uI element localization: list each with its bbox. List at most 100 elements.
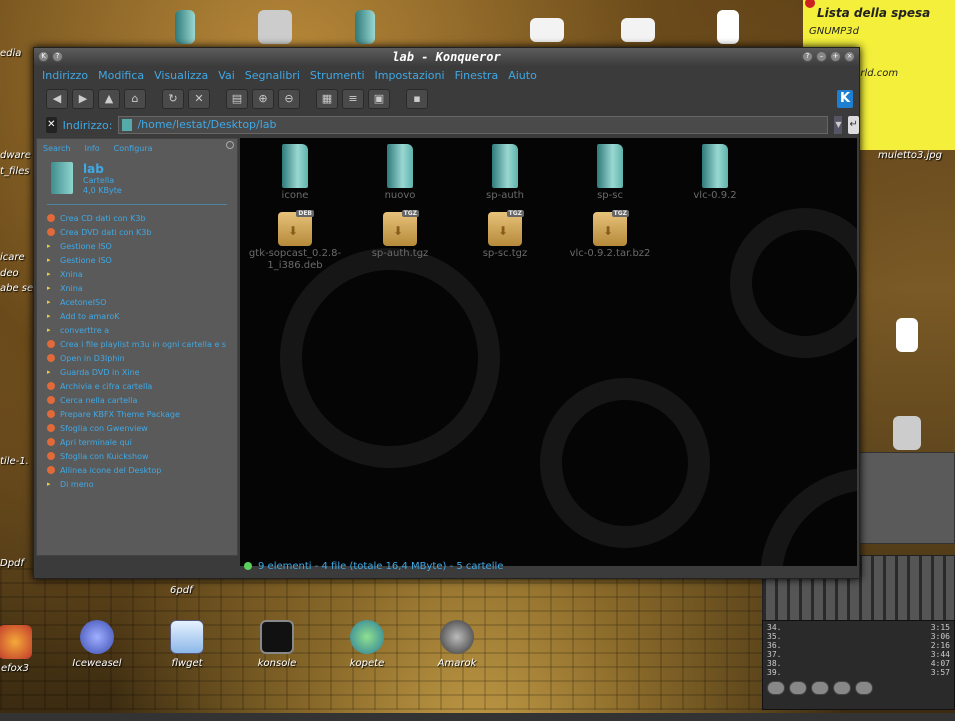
desktop-label[interactable]: deo [0, 268, 19, 279]
desktop-label[interactable]: dware [0, 150, 31, 161]
forward-icon[interactable]: ▶ [72, 89, 94, 109]
location-input[interactable]: /home/lestat/Desktop/lab [118, 116, 829, 134]
playlist-row[interactable]: 38. 4:07 [767, 659, 950, 668]
desktop-icon-amarok[interactable]: Amarok [422, 620, 492, 669]
paste-icon[interactable]: ▤ [226, 89, 248, 109]
menu-vai[interactable]: Vai [218, 69, 234, 82]
chevron-down-icon[interactable]: ▼ [834, 116, 843, 134]
playlist-widget[interactable]: 34. 3:15 35. 3:06 36. 2:16 37. 3:44 38. 4:07 … [762, 620, 955, 710]
menu-aiuto[interactable]: Aiuto [508, 69, 537, 82]
desktop-label[interactable]: muletto3.jpg [878, 150, 942, 161]
desktop-icon-document[interactable] [603, 18, 673, 46]
tab-configura[interactable]: Configura [114, 144, 153, 153]
sidebar-action[interactable]: ▸ converttre a [47, 323, 227, 337]
desktop-label[interactable]: Dpdf [0, 558, 24, 569]
sidebar-action[interactable]: Prepare KBFX Theme Package [47, 407, 227, 421]
desktop-label[interactable]: abe ser [0, 283, 37, 294]
sidebar-action[interactable]: Apri terminale qui [47, 435, 227, 449]
sidebar-action[interactable]: Open in D3lphin [47, 351, 227, 365]
desktop-icon-photo[interactable] [240, 10, 310, 48]
sidebar-action[interactable]: Sfoglia con Gwenview [47, 421, 227, 435]
play-button[interactable] [789, 681, 807, 695]
sidebar-action[interactable]: Crea i file playlist m3u in ogni cartell… [47, 337, 227, 351]
file-item[interactable]: TGZ ⬇ sp-auth.tgz [350, 210, 450, 260]
playlist-row[interactable]: 39. 3:57 [767, 668, 950, 677]
folder-item[interactable]: sp-auth [455, 144, 555, 202]
maximize-icon[interactable]: + [830, 51, 841, 62]
detail-view-icon[interactable]: ▣ [368, 89, 390, 109]
menu-strumenti[interactable]: Strumenti [310, 69, 365, 82]
desktop-icon-konsole[interactable]: konsole [242, 620, 312, 669]
pause-button[interactable] [811, 681, 829, 695]
desktop-icon-document[interactable] [512, 18, 582, 46]
desktop-icon-document[interactable] [872, 318, 942, 356]
reload-icon[interactable]: ↻ [162, 89, 184, 109]
terminal-icon[interactable]: ▪ [406, 89, 428, 109]
sidebar-action[interactable]: ▸ AcetoneISO [47, 295, 227, 309]
konqueror-window[interactable]: K ? lab - Konqueror ? – + × Indirizzo Mo… [33, 47, 860, 579]
desktop-label[interactable]: t_files [0, 166, 30, 177]
file-item[interactable]: TGZ ⬇ vlc-0.9.2.tar.bz2 [560, 210, 660, 260]
folder-item[interactable]: icone [245, 144, 345, 202]
desktop-icon-kopete[interactable]: kopete [332, 620, 402, 669]
help-icon[interactable]: ? [52, 51, 63, 62]
desktop-icon-document[interactable] [693, 10, 763, 48]
file-view[interactable]: icone nuovo sp-auth sp-sc vlc-0.9.2 DEB ⬇ gtk-s… [240, 138, 857, 566]
desktop-label[interactable]: edia [0, 48, 21, 59]
tab-search[interactable]: Search [43, 144, 70, 153]
icon-view-icon[interactable]: ▦ [316, 89, 338, 109]
sidebar-action[interactable]: ▸ Xnina [47, 281, 227, 295]
desktop-icon-unknown[interactable] [872, 416, 942, 454]
stop-button[interactable] [833, 681, 851, 695]
close-icon[interactable]: × [844, 51, 855, 62]
folder-item[interactable]: sp-sc [560, 144, 660, 202]
title-bar[interactable]: K ? lab - Konqueror ? – + × [34, 48, 859, 66]
file-item[interactable]: TGZ ⬇ sp-sc.tgz [455, 210, 555, 260]
tab-info[interactable]: Info [84, 144, 99, 153]
sidebar-action[interactable]: ▸ Add to amaroK [47, 309, 227, 323]
desktop-icon-flwget[interactable]: flwget [152, 620, 222, 669]
zoom-in-icon[interactable]: ⊕ [252, 89, 274, 109]
folder-item[interactable]: nuovo [350, 144, 450, 202]
stop-icon[interactable]: ✕ [188, 89, 210, 109]
home-icon[interactable]: ⌂ [124, 89, 146, 109]
up-icon[interactable]: ▲ [98, 89, 120, 109]
sidebar-action[interactable]: ▸ Xnina [47, 267, 227, 281]
menu-indirizzo[interactable]: Indirizzo [42, 69, 88, 82]
desktop-icon-firefox[interactable]: efox3 [0, 625, 50, 674]
sidebar-action[interactable]: Archivia e cifra cartella [47, 379, 227, 393]
menu-impostazioni[interactable]: Impostazioni [375, 69, 445, 82]
clear-location-icon[interactable]: ✕ [46, 117, 57, 133]
sidebar-action[interactable]: ▸ Di meno [47, 477, 227, 491]
sidebar-action[interactable]: Allinea icone del Desktop [47, 463, 227, 477]
folder-item[interactable]: vlc-0.9.2 [665, 144, 765, 202]
sidebar-action[interactable]: Sfoglia con Kuickshow [47, 449, 227, 463]
menu-visualizza[interactable]: Visualizza [154, 69, 208, 82]
close-icon[interactable] [226, 141, 234, 149]
minimize-icon[interactable]: – [816, 51, 827, 62]
back-icon[interactable]: ◀ [46, 89, 68, 109]
sidebar-action[interactable]: ▸ Guarda DVD in Xine [47, 365, 227, 379]
sidebar-action[interactable]: Crea DVD dati con K3b [47, 225, 227, 239]
go-icon[interactable]: ↵ [848, 116, 859, 134]
window-menu-icon[interactable]: K [38, 51, 49, 62]
zoom-out-icon[interactable]: ⊖ [278, 89, 300, 109]
menu-modifica[interactable]: Modifica [98, 69, 144, 82]
playlist-row[interactable]: 35. 3:06 [767, 632, 950, 641]
help-icon[interactable]: ? [802, 51, 813, 62]
next-button[interactable] [855, 681, 873, 695]
sidebar-action[interactable]: ▸ Gestione ISO [47, 239, 227, 253]
playlist-row[interactable]: 37. 3:44 [767, 650, 950, 659]
desktop-icon-folder[interactable] [150, 10, 220, 48]
list-view-icon[interactable]: ≡ [342, 89, 364, 109]
playlist-row[interactable]: 36. 2:16 [767, 641, 950, 650]
desktop-icon-folder[interactable] [330, 10, 400, 48]
prev-button[interactable] [767, 681, 785, 695]
sidebar-action[interactable]: ▸ Gestione ISO [47, 253, 227, 267]
amarok-mini-player[interactable] [858, 452, 955, 544]
desktop-label[interactable]: tile-1. [0, 456, 29, 467]
desktop-icon-iceweasel[interactable]: Iceweasel [62, 620, 132, 669]
sidebar-action[interactable]: Cerca nella cartella [47, 393, 227, 407]
desktop-label[interactable]: 6pdf [170, 585, 193, 596]
taskbar[interactable] [0, 713, 955, 721]
